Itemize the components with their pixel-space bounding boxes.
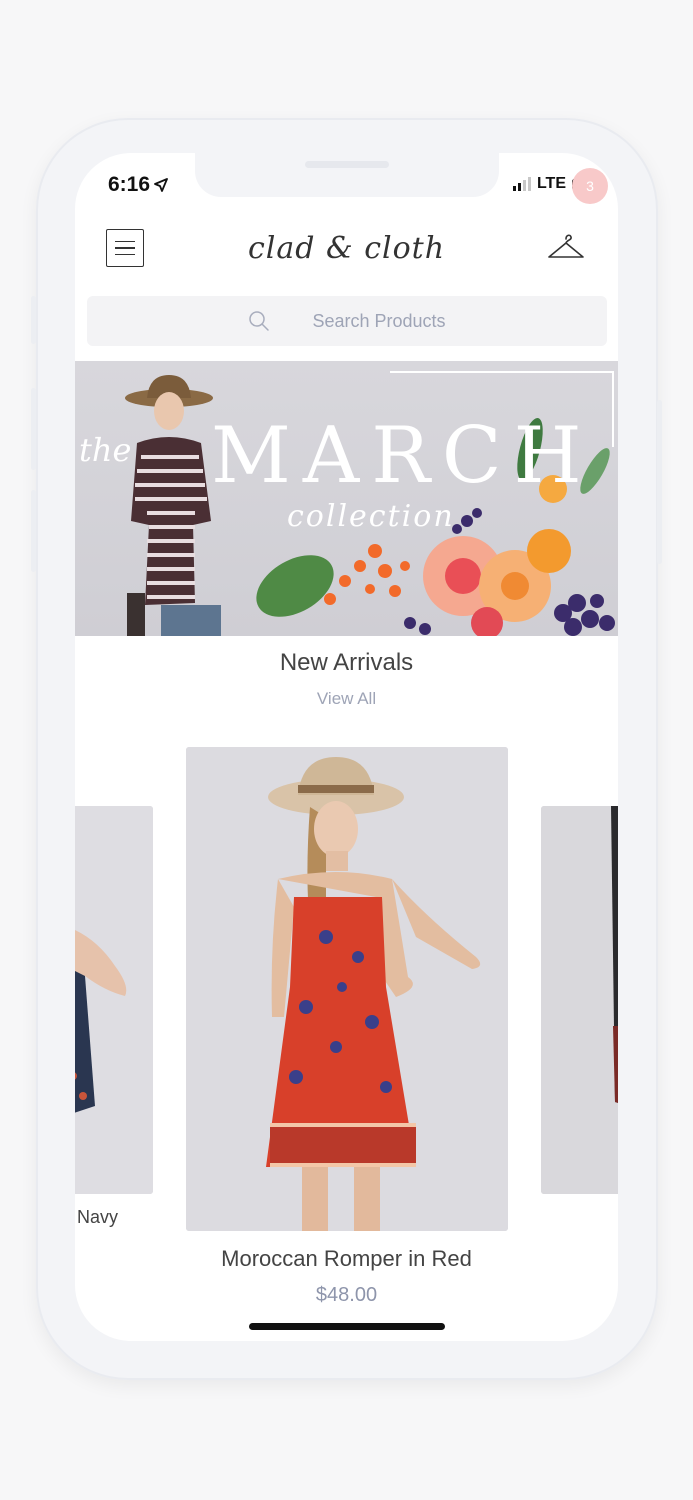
status-time-text: 6:16 (108, 173, 151, 196)
product-name-featured[interactable]: Moroccan Romper in Red (75, 1246, 618, 1272)
home-indicator[interactable] (249, 1323, 445, 1330)
product-image-featured (186, 747, 508, 1231)
march-collection-banner[interactable]: the MARCH collection (75, 361, 618, 636)
search-icon (249, 311, 270, 331)
banner-subtitle: collection (287, 499, 455, 534)
banner-title: MARCH (211, 411, 594, 501)
phone-volume-up-button (31, 388, 36, 470)
search-bar[interactable]: Search Products (87, 296, 607, 346)
status-time: 6:16 (108, 173, 168, 197)
cart-count-badge[interactable]: 3 (572, 168, 608, 204)
cell-signal-icon (512, 177, 531, 191)
product-card-right[interactable] (541, 806, 618, 1194)
phone-side-button (31, 296, 36, 344)
notch (195, 153, 499, 197)
product-image-right (541, 806, 618, 1194)
product-price-featured: $48.00 (315, 1284, 378, 1306)
view-all-link[interactable]: View All (75, 689, 618, 709)
app-header: clad & cloth (75, 225, 618, 275)
product-name-left[interactable]: Navy (77, 1207, 118, 1228)
product-card-left[interactable] (75, 806, 153, 1194)
network-label: LTE (536, 175, 566, 192)
product-image-left (75, 806, 153, 1194)
app-screen: 6:16 LTE clad & cloth 3 Search Products (75, 153, 618, 1341)
speaker (305, 161, 389, 168)
banner-the-text: the (79, 431, 132, 469)
product-card-featured[interactable] (186, 747, 508, 1231)
search-placeholder: Search Products (312, 310, 446, 331)
phone-volume-down-button (31, 490, 36, 572)
phone-power-button (657, 400, 662, 564)
section-title: New Arrivals (279, 649, 414, 676)
brand-logo[interactable]: clad & cloth (75, 231, 618, 266)
hanger-cart-icon[interactable] (546, 231, 586, 263)
location-arrow-icon (154, 178, 168, 192)
